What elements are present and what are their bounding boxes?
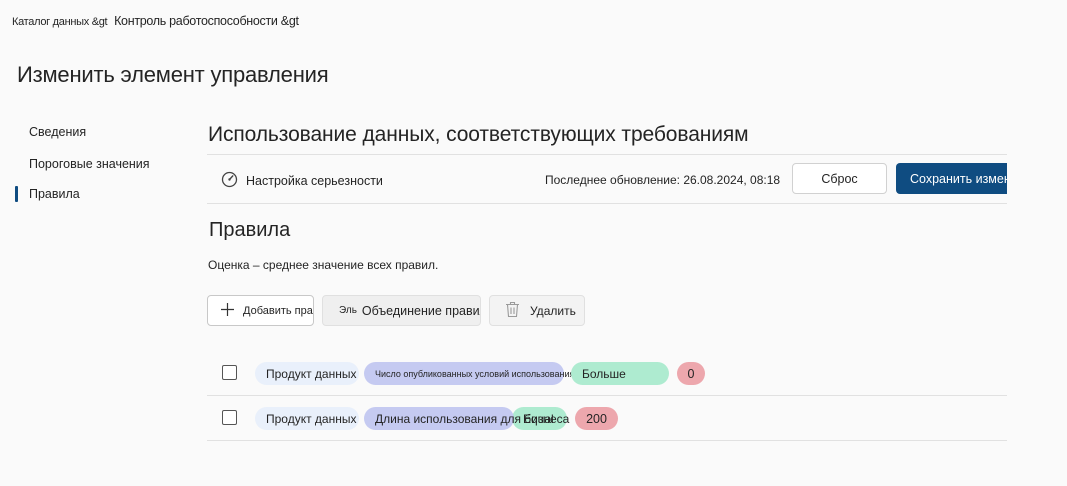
value-pill: 200 xyxy=(575,407,618,430)
severity-setting-button[interactable]: Настройка серьезности xyxy=(221,171,383,191)
merge-rules-button[interactable]: Эль Объединение правил xyxy=(322,295,481,326)
trash-icon xyxy=(505,301,520,321)
section-title: Использование данных, соответствующих тр… xyxy=(208,123,749,146)
delete-label: Удалить xyxy=(530,303,576,318)
row-checkbox[interactable] xyxy=(222,365,237,380)
severity-setting-label: Настройка серьезности xyxy=(246,174,383,188)
value-pill: 0 xyxy=(677,362,705,385)
operator-pill: Больше xyxy=(571,362,669,385)
divider xyxy=(207,154,1007,155)
sidebar-item-thresholds[interactable]: Пороговые значения xyxy=(29,157,150,171)
row-checkbox[interactable] xyxy=(222,410,237,425)
breadcrumb-current[interactable]: Контроль работоспособности &gt xyxy=(114,14,299,28)
entity-pill: Продукт данных xyxy=(255,407,359,430)
sidebar-item-details[interactable]: Сведения xyxy=(29,125,86,139)
attribute-pill: Число опубликованных условий использован… xyxy=(364,362,574,385)
merge-rules-label: Объединение правил xyxy=(361,303,481,318)
breadcrumb: Каталог данных &gt Контроль работоспособ… xyxy=(12,14,299,28)
breadcrumb-parent-link[interactable]: Каталог данных &gt xyxy=(12,16,108,28)
delete-button[interactable]: Удалить xyxy=(489,295,585,326)
divider xyxy=(207,203,1007,204)
sidebar-item-rules[interactable]: Правила xyxy=(29,187,80,201)
last-updated-text: Последнее обновление: 26.08.2024, 08:18 xyxy=(545,173,781,187)
save-button-container: Сохранить изменения xyxy=(896,163,1007,194)
merge-rules-prefix: Эль xyxy=(339,305,357,316)
row-divider xyxy=(207,440,1007,441)
rules-description: Оценка – среднее значение всех правил. xyxy=(208,258,439,272)
gauge-icon xyxy=(221,171,238,191)
add-rule-label: Добавить правило xyxy=(243,304,313,317)
add-rule-button[interactable]: Добавить правило xyxy=(207,295,314,326)
rules-title: Правила xyxy=(209,219,291,241)
page-title: Изменить элемент управления xyxy=(17,62,329,87)
entity-pill: Продукт данных xyxy=(255,362,359,385)
active-indicator xyxy=(15,186,18,202)
reset-button[interactable]: Сброс xyxy=(792,163,887,194)
plus-icon xyxy=(220,302,235,320)
attribute-pill: Длина использования для бизнеса xyxy=(364,407,569,430)
row-divider xyxy=(207,395,1007,396)
save-button[interactable]: Сохранить изменения xyxy=(896,163,1007,194)
